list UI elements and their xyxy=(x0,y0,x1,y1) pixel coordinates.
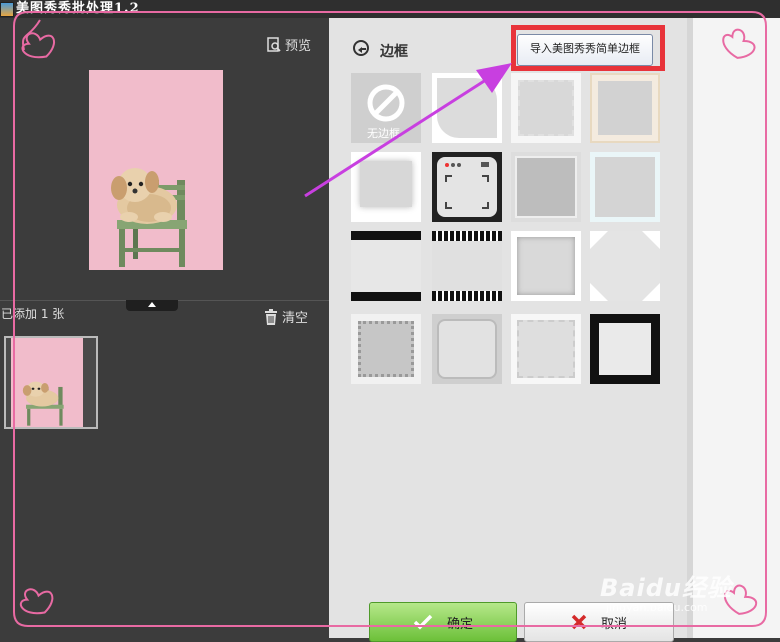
window-title: 美图秀秀批处理1.2 xyxy=(16,1,140,16)
border-option-beige[interactable] xyxy=(590,73,660,143)
border-option-soft-shadow[interactable] xyxy=(351,152,421,222)
border-option-film-strip[interactable] xyxy=(432,231,502,301)
border-option-scalloped[interactable] xyxy=(351,314,421,384)
arrow-up-icon xyxy=(148,302,156,307)
border-option-rounded-rect[interactable] xyxy=(432,314,502,384)
preview-icon xyxy=(267,36,281,52)
right-scroll-strip xyxy=(687,18,693,638)
thumbnail-image xyxy=(11,338,83,427)
trash-icon xyxy=(265,308,277,325)
photo-thumbnail[interactable] xyxy=(4,336,98,429)
title-bar: 美图秀秀批处理1.2 xyxy=(0,0,780,18)
added-count-label: 已添加 1 张 xyxy=(1,307,65,321)
right-blank-area xyxy=(687,18,780,638)
preview-button[interactable]: 预览 xyxy=(266,35,311,54)
baidu-watermark-logo: Baidu经验 xyxy=(600,574,732,602)
left-panel: 预览 已添加 1 张 清空 xyxy=(0,18,329,638)
section-title: 边框 xyxy=(380,44,408,60)
border-option-widescreen[interactable] xyxy=(351,231,421,301)
preview-label: 预览 xyxy=(285,39,312,54)
app-icon xyxy=(0,2,14,17)
confirm-label: 确定 xyxy=(446,616,473,632)
border-option-photo-corners[interactable] xyxy=(590,231,660,301)
border-option-wavy[interactable] xyxy=(511,314,581,384)
border-option-none[interactable]: 无边框 xyxy=(351,73,421,143)
border-option-rounded-corner[interactable] xyxy=(432,73,502,143)
border-option-light-blue[interactable] xyxy=(590,152,660,222)
border-panel: 边框 导入美图秀秀简单边框 无边框 确定 取消 xyxy=(329,18,687,642)
border-option-black-thick[interactable] xyxy=(590,314,660,384)
back-arrow-icon[interactable] xyxy=(353,40,369,56)
no-border-label: 无边框 xyxy=(367,127,400,140)
main-photo-preview xyxy=(89,70,223,270)
border-option-inner-shadow[interactable] xyxy=(511,231,581,301)
border-option-gray-shadow[interactable] xyxy=(511,152,581,222)
baidu-watermark-url: jingyan.baidu.com xyxy=(606,601,708,614)
checkmark-icon xyxy=(413,614,433,630)
border-option-stamp[interactable] xyxy=(511,73,581,143)
import-border-button[interactable]: 导入美图秀秀简单边框 xyxy=(517,34,653,66)
camera-frame-icon xyxy=(445,162,489,209)
dog-on-chair-image xyxy=(111,168,187,267)
border-option-camera[interactable] xyxy=(432,152,502,222)
cancel-label: 取消 xyxy=(600,616,627,632)
clear-label: 清空 xyxy=(282,311,309,326)
clear-button[interactable]: 清空 xyxy=(264,307,308,326)
dog-thumbnail-image xyxy=(22,381,64,426)
photo-corners-icon xyxy=(590,231,660,301)
confirm-button[interactable]: 确定 xyxy=(369,602,517,642)
close-icon xyxy=(571,614,587,630)
collapse-toggle-button[interactable] xyxy=(126,300,178,311)
